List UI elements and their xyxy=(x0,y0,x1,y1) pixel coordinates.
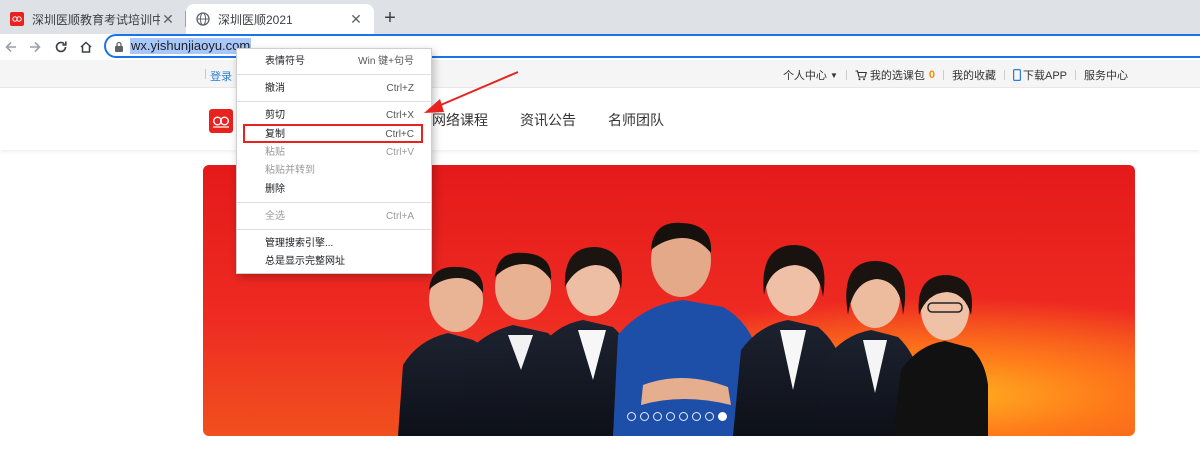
tab-title: 深圳医顺教育考试培训中心官网 xyxy=(32,12,160,27)
menu-item-select-all: 全选 Ctrl+A xyxy=(237,208,431,226)
menu-item-label: 粘贴 xyxy=(265,147,285,158)
menu-item-shortcut: Ctrl+A xyxy=(385,211,414,222)
menu-item-emoji[interactable]: 表情符号 Win 键+句号 xyxy=(237,53,431,71)
menu-divider xyxy=(237,74,431,75)
carousel-dot[interactable] xyxy=(705,412,714,421)
menu-item-shortcut: Ctrl+Z xyxy=(386,83,415,94)
carousel-dots xyxy=(627,412,731,421)
download-app-label: 下载APP xyxy=(1022,70,1067,82)
menu-item-delete[interactable]: 删除 xyxy=(237,181,431,199)
favorites-label: 我的收藏 xyxy=(951,70,996,82)
menu-item-label: 粘贴并转到 xyxy=(265,165,315,176)
site-logo[interactable] xyxy=(209,109,233,133)
tab-title: 深圳医顺2021 xyxy=(218,12,293,27)
tab-yishun-official[interactable]: 深圳医顺教育考试培训中心官网 ✕ xyxy=(0,4,186,34)
browser-toolbar: wx.yishunjiaoyu.com xyxy=(0,34,1200,60)
carousel-dot[interactable] xyxy=(666,412,675,421)
course-cart-link[interactable]: 我的选课包 0 xyxy=(855,67,935,83)
arrow-right-icon xyxy=(30,41,41,53)
carousel-dot[interactable] xyxy=(627,412,636,421)
globe-icon xyxy=(196,12,210,26)
caret-down-icon: ▼ xyxy=(829,70,838,80)
yishun-logo-icon xyxy=(10,12,24,26)
menu-item-paste-and-go: 粘贴并转到 xyxy=(237,162,431,180)
menu-divider xyxy=(237,101,431,102)
reload-icon xyxy=(55,41,67,53)
login-link[interactable]: 登录 xyxy=(205,68,232,84)
download-app-link[interactable]: 下载APP xyxy=(1012,67,1067,83)
nav-news[interactable]: 资讯公告 xyxy=(520,110,576,130)
main-nav: 网络课程 资讯公告 名师团队 xyxy=(432,110,696,130)
service-center-label: 服务中心 xyxy=(1084,70,1128,82)
carousel-dot[interactable] xyxy=(653,412,662,421)
home-button[interactable] xyxy=(75,36,97,58)
carousel-dot-active[interactable] xyxy=(718,412,727,421)
menu-item-label: 撤消 xyxy=(265,83,285,94)
menu-item-shortcut: Ctrl+V xyxy=(385,147,414,158)
course-cart-label: 我的选课包 xyxy=(869,70,925,82)
menu-item-label: 全选 xyxy=(265,211,285,222)
arrow-left-icon xyxy=(5,41,16,53)
browser-tab-strip: 深圳医顺教育考试培训中心官网 ✕ 深圳医顺2021 ✕ + xyxy=(0,0,1200,34)
menu-item-undo[interactable]: 撤消 Ctrl+Z xyxy=(237,80,431,98)
site-header: 网络课程 资讯公告 名师团队 xyxy=(0,88,1200,150)
top-links: 个人中心 ▼ 我的选课包 0 我的收藏 下载APP 服务中心 xyxy=(783,67,1128,83)
menu-item-cut[interactable]: 剪切 Ctrl+X xyxy=(237,107,431,125)
menu-divider xyxy=(237,202,431,203)
close-icon[interactable]: ✕ xyxy=(160,11,176,28)
personal-center-link[interactable]: 个人中心 ▼ xyxy=(783,67,838,83)
home-icon xyxy=(80,41,92,53)
copy-highlight-box xyxy=(243,124,423,143)
tab-yishun-2021[interactable]: 深圳医顺2021 ✕ xyxy=(186,4,374,34)
nav-online-courses[interactable]: 网络课程 xyxy=(432,110,488,130)
menu-item-label: 剪切 xyxy=(265,110,285,121)
phone-icon xyxy=(1012,69,1021,81)
divider xyxy=(942,70,944,80)
lock-icon xyxy=(115,41,123,52)
reload-button[interactable] xyxy=(50,36,72,58)
carousel-dot[interactable] xyxy=(640,412,649,421)
divider xyxy=(1075,70,1076,80)
personal-center-label: 个人中心 xyxy=(782,70,827,82)
menu-item-always-show-full-url[interactable]: 总是显示完整网址 xyxy=(237,253,431,271)
menu-item-shortcut: Ctrl+X xyxy=(385,110,414,121)
favorites-link[interactable]: 我的收藏 xyxy=(952,67,996,83)
site-top-bar: 登录 个人中心 ▼ 我的选课包 0 我的收藏 下载APP 服务中心 xyxy=(0,60,1200,88)
menu-item-label: 总是显示完整网址 xyxy=(265,256,345,267)
divider xyxy=(845,70,847,80)
carousel-dot[interactable] xyxy=(692,412,701,421)
forward-button[interactable] xyxy=(24,36,46,58)
new-tab-button[interactable]: + xyxy=(378,7,402,31)
menu-item-label: 表情符号 xyxy=(265,56,305,67)
menu-item-paste: 粘贴 Ctrl+V xyxy=(237,144,431,162)
menu-divider xyxy=(237,229,431,230)
context-menu: 表情符号 Win 键+句号 撤消 Ctrl+Z 剪切 Ctrl+X 复制 Ctr… xyxy=(236,48,432,274)
divider xyxy=(1003,70,1005,80)
carousel-dot[interactable] xyxy=(679,412,688,421)
cart-icon xyxy=(855,69,867,80)
close-icon[interactable]: ✕ xyxy=(348,11,364,28)
menu-item-label: 管理搜索引擎... xyxy=(265,238,334,249)
service-center-link[interactable]: 服务中心 xyxy=(1084,67,1128,83)
url-text[interactable]: wx.yishunjiaoyu.com xyxy=(130,38,252,54)
yishun-logo-icon xyxy=(212,116,229,128)
menu-item-label: 删除 xyxy=(265,184,285,195)
menu-item-shortcut: Win 键+句号 xyxy=(358,56,414,67)
nav-teachers[interactable]: 名师团队 xyxy=(608,110,664,130)
cart-count-badge: 0 xyxy=(928,69,935,81)
back-button[interactable] xyxy=(0,36,22,58)
menu-item-manage-search-engines[interactable]: 管理搜索引擎... xyxy=(237,235,431,253)
